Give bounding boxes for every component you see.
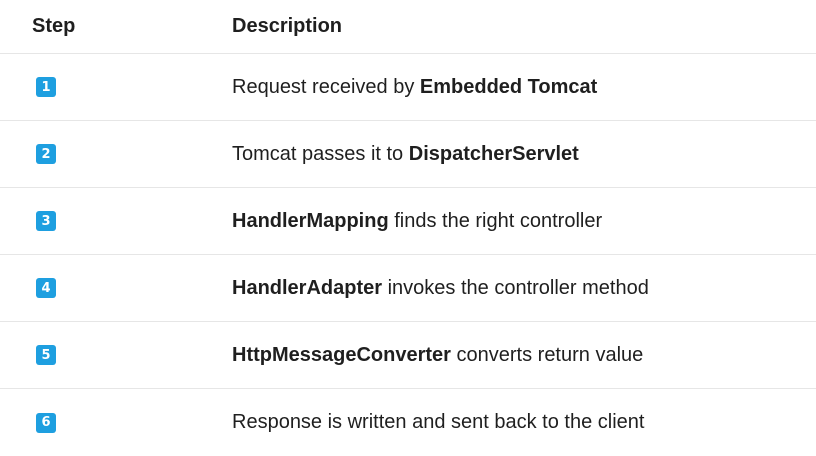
description-cell: Request received by Embedded Tomcat [232,76,816,99]
description-text-tail: converts return value [450,343,644,366]
step-column-header: Step [32,15,76,37]
step-cell: 1 [0,77,232,97]
table-row: 6 Response is written and sent back to t… [0,389,816,456]
table-row: 1 Request received by Embedded Tomcat [0,54,816,121]
step-number-badge: 5 [36,345,56,365]
description-keyword: HandlerMapping [232,209,389,232]
description-keyword: DispatcherServlet [408,142,579,165]
step-number-badge: 2 [36,144,56,164]
description-column-header: Description [232,15,343,37]
steps-table: Step Description 1 Request received by E… [0,0,816,456]
description-text: Response is written and sent back to the… [232,411,645,433]
description-text-tail: invokes the controller method [382,276,649,299]
step-number-badge: 4 [36,278,56,298]
description-text: Request received by [232,75,420,98]
step-cell: 6 [0,412,232,433]
description-cell: Response is written and sent back to the… [232,411,816,434]
step-number-badge: 1 [36,77,56,97]
table-row: 5 HttpMessageConverter converts return v… [0,322,816,389]
step-cell: 2 [0,144,232,164]
step-number-badge: 3 [36,211,56,231]
description-keyword: Embedded Tomcat [419,75,598,98]
step-cell: 4 [0,278,232,298]
description-cell: Tomcat passes it to DispatcherServlet [232,143,816,166]
table-row: 4 HandlerAdapter invokes the controller … [0,255,816,322]
step-cell: 3 [0,211,232,231]
table-header-row: Step Description [0,0,816,54]
header-cell-description: Description [232,15,816,38]
description-keyword: HandlerAdapter [232,276,383,299]
description-keyword: HttpMessageConverter [232,343,451,366]
header-cell-step: Step [0,15,232,38]
step-number-badge: 6 [36,412,56,433]
step-cell: 5 [0,345,232,365]
description-text-tail: finds the right controller [388,209,603,232]
table-row: 2 Tomcat passes it to DispatcherServlet [0,121,816,188]
description-cell: HttpMessageConverter converts return val… [232,344,816,367]
description-cell: HandlerAdapter invokes the controller me… [232,277,816,300]
table-row: 3 HandlerMapping finds the right control… [0,188,816,255]
description-text: Tomcat passes it to [232,142,409,165]
description-cell: HandlerMapping finds the right controlle… [232,210,816,233]
